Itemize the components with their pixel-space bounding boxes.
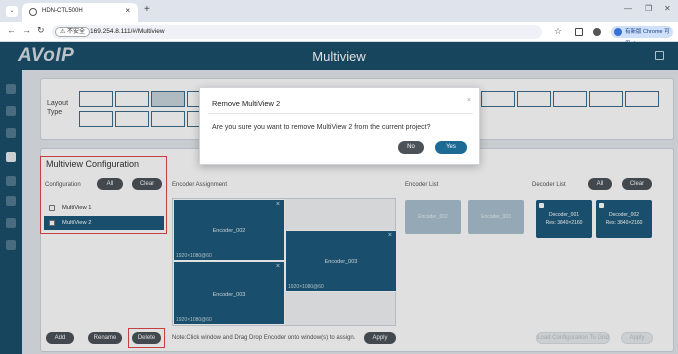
tab-search-button[interactable]: ⌄ <box>6 6 18 17</box>
restore-icon[interactable]: ❐ <box>645 4 652 13</box>
avatar <box>614 28 622 36</box>
favicon-icon <box>29 8 37 16</box>
profile-icon[interactable] <box>593 28 601 36</box>
remove-multiview-dialog: Remove MultiView 2 × Are you sure you wa… <box>199 87 480 165</box>
reload-icon[interactable]: ↻ <box>37 25 45 36</box>
dialog-close-icon[interactable]: × <box>467 97 471 104</box>
forward-icon[interactable]: → <box>22 25 31 35</box>
url-text: 169.254.8.111/#/Multiview <box>90 28 165 35</box>
browser-tab-bar: ⌄ HDN-CTL500H × + — ❐ ✕ <box>0 0 678 22</box>
back-icon[interactable]: ← <box>7 25 16 35</box>
address-bar: ← → ↻ ⚠ 不安全 169.254.8.111/#/Multiview ☆ … <box>0 22 678 47</box>
browser-tab[interactable]: HDN-CTL500H × <box>22 3 138 22</box>
tab-title: HDN-CTL500H <box>42 8 83 14</box>
yes-button[interactable]: Yes <box>435 141 467 154</box>
tab-close-icon[interactable]: × <box>125 6 130 15</box>
bookmark-star-icon[interactable]: ☆ <box>554 26 562 37</box>
dialog-divider <box>208 113 473 114</box>
dialog-title: Remove MultiView 2 <box>212 99 281 108</box>
no-button[interactable]: No <box>398 141 424 154</box>
security-warning-chip[interactable]: ⚠ 不安全 <box>55 27 91 37</box>
chrome-update-chip[interactable]: 有新版 Chrome 可用 ⋮ <box>611 26 673 47</box>
side-panel-icon[interactable] <box>575 28 583 36</box>
url-input[interactable]: ⚠ 不安全 169.254.8.111/#/Multiview <box>52 25 542 39</box>
window-close-icon[interactable]: ✕ <box>664 4 671 13</box>
dialog-message: Are you sure you want to remove MultiVie… <box>212 124 431 131</box>
minimize-icon[interactable]: — <box>624 4 632 13</box>
new-tab-button[interactable]: + <box>144 4 150 15</box>
